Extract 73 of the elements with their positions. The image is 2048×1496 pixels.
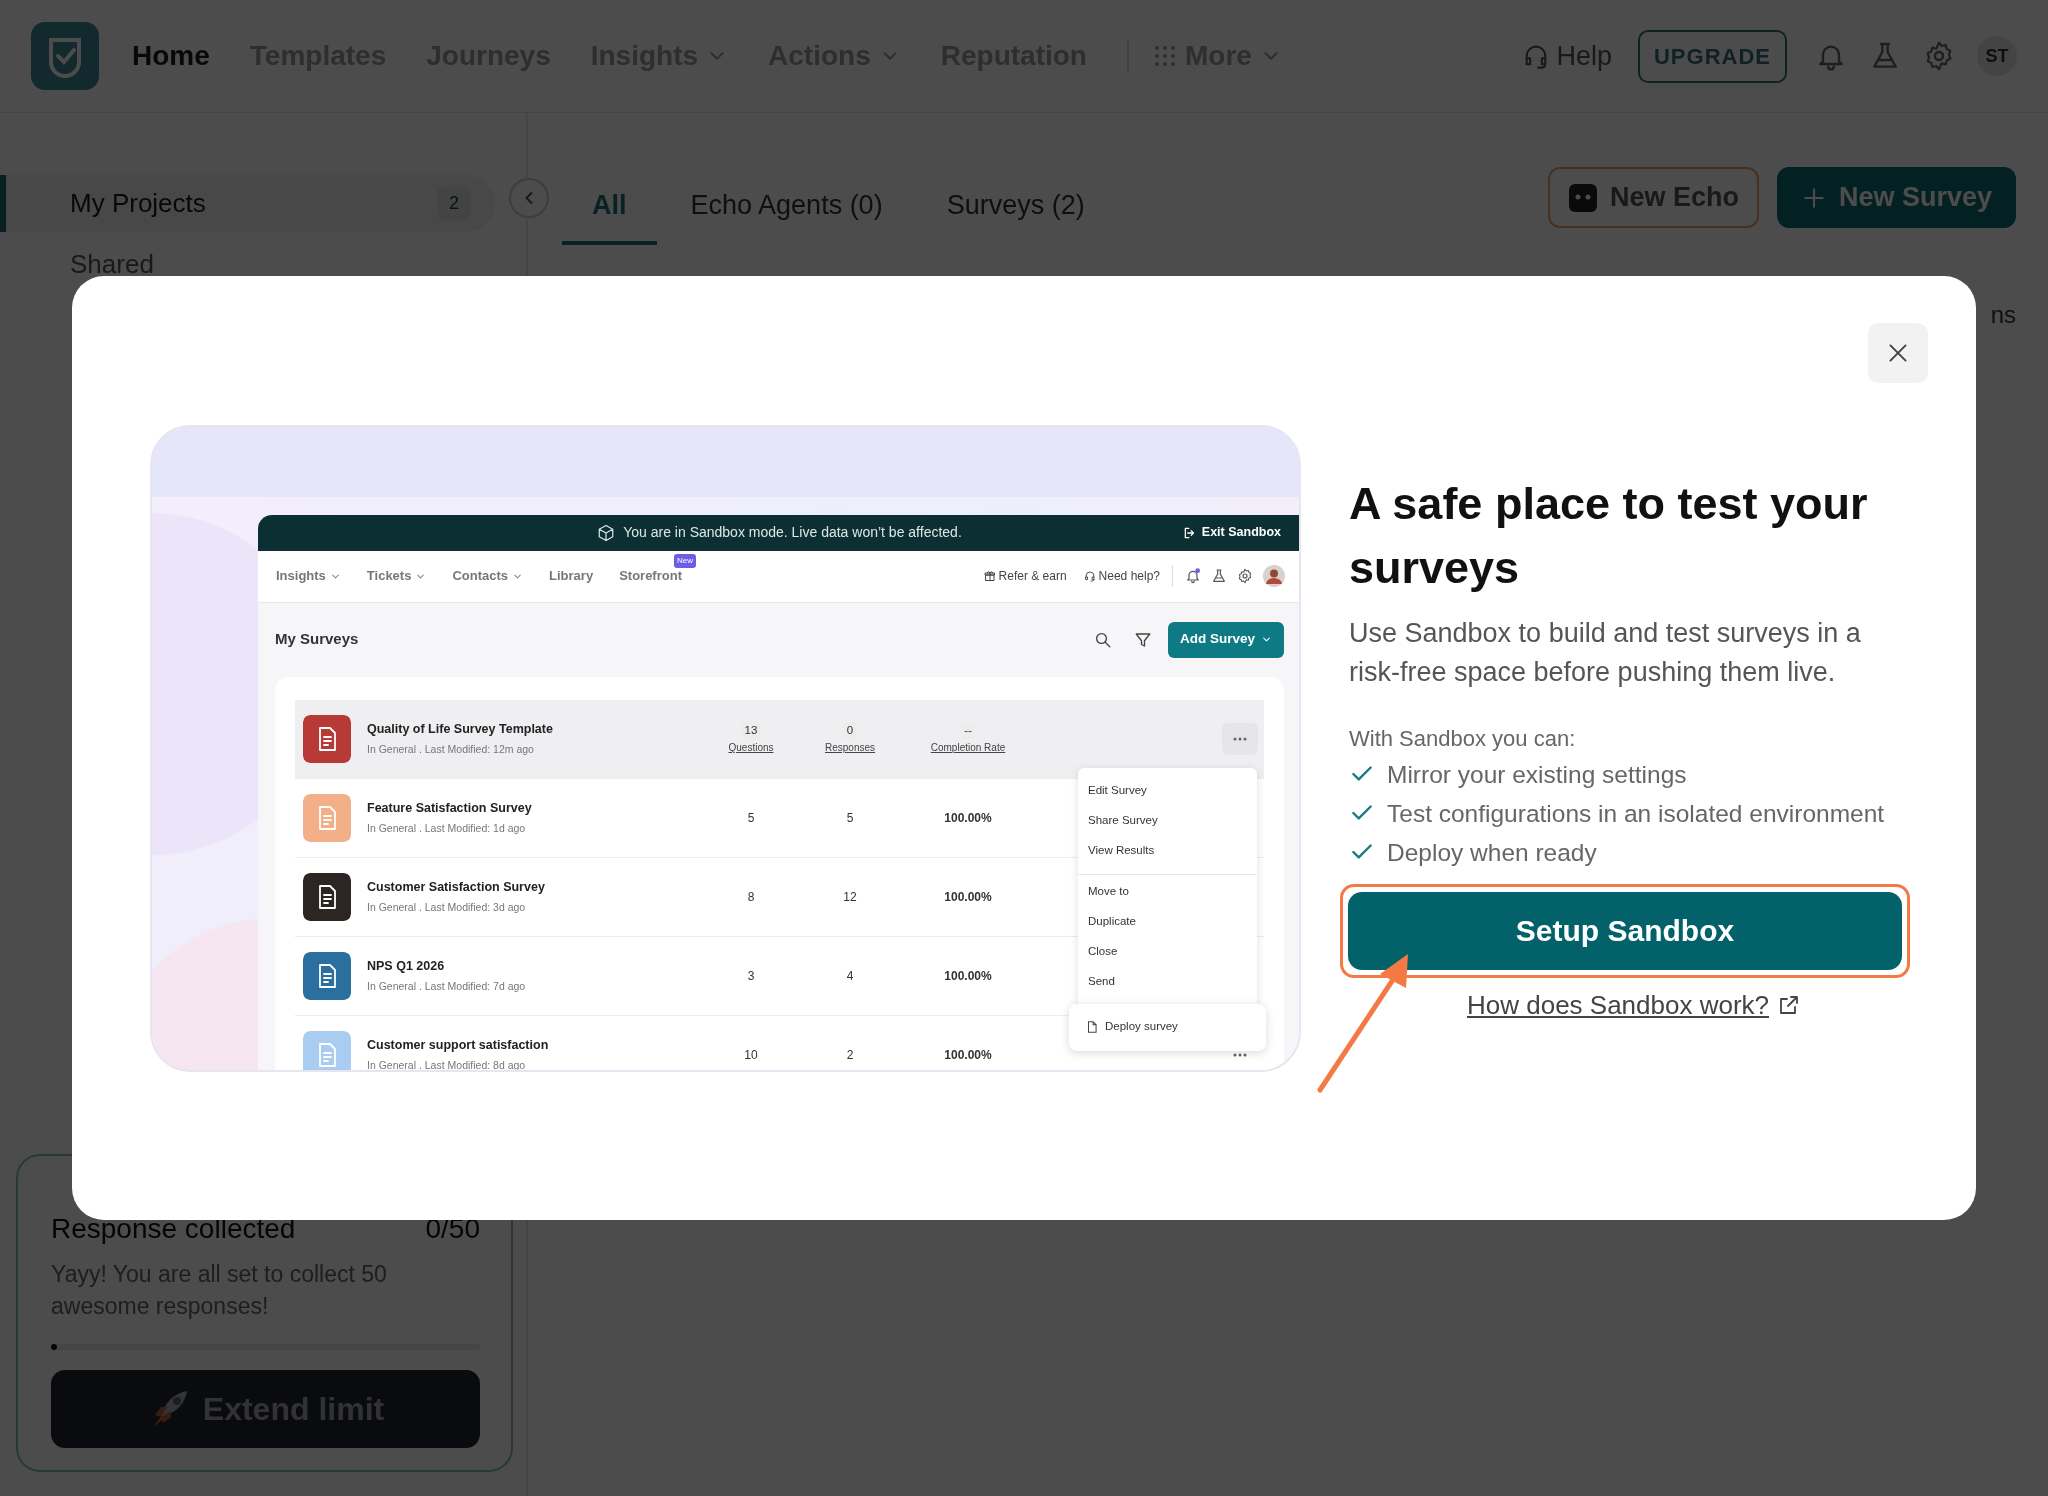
user-avatar[interactable] [1263, 565, 1285, 587]
column-heading: ns [1989, 300, 2017, 330]
search-icon[interactable] [1093, 630, 1112, 649]
stat-label: Questions [728, 741, 774, 756]
exit-icon [1182, 525, 1197, 540]
nav-link[interactable]: Contacts [452, 566, 524, 586]
menu-item[interactable]: Share Survey [1078, 808, 1257, 832]
stat-value: -- [961, 721, 975, 740]
help-link[interactable]: How does Sandbox work? [1466, 985, 1770, 1025]
survey-title: Feature Satisfaction Survey [367, 799, 533, 817]
stat-value: 5 [747, 809, 755, 827]
feature-text: Deploy when ready [1387, 837, 1597, 868]
setup-sandbox-button[interactable]: Setup Sandbox [1348, 891, 1902, 970]
survey-title: Quality of Life Survey Template [367, 720, 554, 738]
survey-title: Customer Satisfaction Survey [367, 878, 546, 896]
menu-item[interactable]: Send [1078, 969, 1257, 993]
list-heading: With Sandbox you can: [1349, 724, 1577, 753]
refer-link[interactable]: Refer & earn [983, 567, 1067, 585]
usage-title: Response collected [51, 1212, 296, 1246]
nav-link[interactable]: Storefront [619, 566, 682, 586]
survey-meta: In General . Last Modified: 7d ago [367, 978, 527, 994]
stat-value: 13 [741, 721, 761, 740]
nav-link[interactable]: Insights [276, 566, 341, 586]
stat-value: 100.00% [944, 809, 992, 827]
stat-value: 100.00% [944, 967, 992, 985]
stat-value: 0 [843, 721, 857, 740]
nav-link[interactable]: Library [549, 566, 594, 586]
menu-item[interactable]: Edit Survey [1078, 778, 1257, 802]
filter-icon[interactable] [1133, 630, 1152, 649]
stat-value: 8 [747, 888, 755, 906]
headset-icon [1083, 570, 1096, 582]
cube-icon [597, 523, 616, 542]
feature-text: Test configurations in an isolated environment [1387, 798, 1885, 829]
nav-link[interactable]: Tickets [366, 566, 427, 586]
banner-text: You are in Sandbox mode. Live data won’t be affected. [623, 523, 962, 542]
close-button[interactable] [1868, 323, 1928, 383]
help-link[interactable]: Need help? [1083, 567, 1160, 585]
nav-link[interactable]: Home [132, 35, 210, 77]
stat-label: Responses [825, 741, 875, 756]
document-icon [1085, 1020, 1099, 1034]
modal-description: Use Sandbox to build and test surveys in a risk-free space before pushing them live. [1349, 616, 1862, 689]
settings-icon [1237, 568, 1253, 584]
menu-item[interactable]: Close [1078, 939, 1257, 963]
caret-icon [1261, 634, 1272, 645]
stat-value: 12 [843, 888, 857, 906]
gift-icon [983, 570, 996, 582]
stat-value: 5 [846, 809, 854, 827]
stat-value: 3 [747, 967, 755, 985]
add-survey-button[interactable]: Add Survey [1167, 621, 1284, 658]
menu-item[interactable]: View Results [1078, 838, 1257, 862]
stat-value: 10 [744, 1046, 758, 1064]
ellipsis-icon [1233, 1052, 1247, 1057]
modal-title: A safe place to test your surveys [1349, 476, 1869, 595]
stat-value: 4 [846, 967, 854, 985]
menu-item[interactable]: Move to [1078, 879, 1257, 903]
stat-value: 100.00% [944, 888, 992, 906]
ellipsis-icon [1233, 736, 1247, 741]
survey-title: Customer support satisfaction [367, 1036, 550, 1054]
new-badge: New [673, 554, 696, 569]
stat-value: 2 [846, 1046, 854, 1064]
stat-label: Completion Rate [930, 741, 1006, 756]
survey-title: NPS Q1 2026 [367, 957, 446, 975]
bell-icon[interactable] [1185, 568, 1201, 584]
menu-item[interactable]: Duplicate [1078, 909, 1257, 933]
survey-meta: In General . Last Modified: 3d ago [367, 899, 527, 915]
page-heading: My Surveys [275, 629, 359, 650]
deploy-survey-button[interactable]: Deploy survey [1069, 1003, 1266, 1051]
survey-meta: In General . Last Modified: 1d ago [367, 820, 527, 836]
exit-sandbox-button[interactable]: Exit Sandbox [1182, 514, 1281, 551]
flask-icon [1211, 568, 1227, 584]
stat-value: 100.00% [944, 1046, 992, 1064]
survey-meta: In General . Last Modified: 12m ago [367, 741, 535, 757]
feature-text: Mirror your existing settings [1387, 759, 1687, 790]
